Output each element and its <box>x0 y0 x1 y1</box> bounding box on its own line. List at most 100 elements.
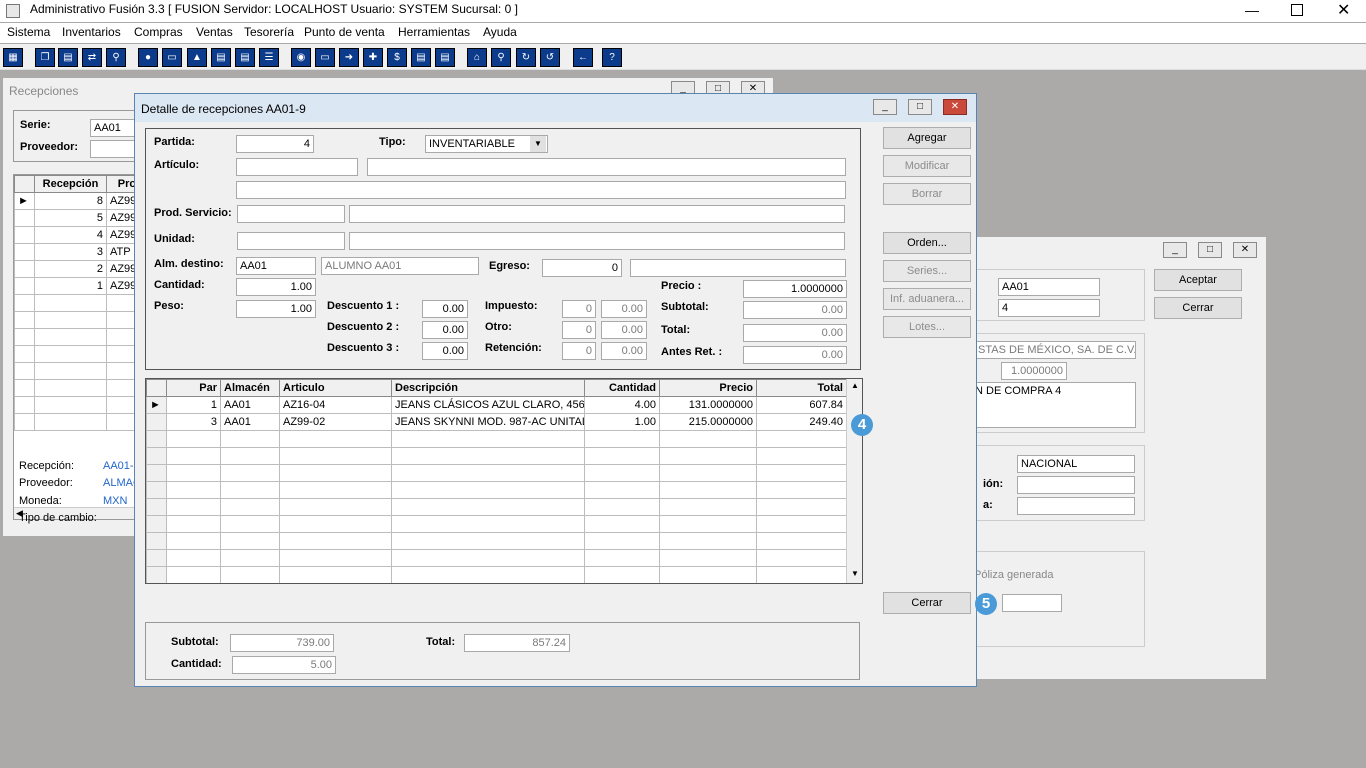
scroll-up-icon[interactable]: ▲ <box>851 381 859 390</box>
borrar-button[interactable]: Borrar <box>883 183 971 205</box>
maximize-icon[interactable]: □ <box>908 99 932 115</box>
col-articulo[interactable]: Articulo <box>279 379 392 397</box>
menu-sistema[interactable]: Sistema <box>7 25 50 39</box>
menu-tesoreria[interactable]: Tesorería <box>244 25 294 39</box>
toolbar-list-icon[interactable]: ☰ <box>259 48 279 67</box>
series-button[interactable]: Series... <box>883 260 971 282</box>
cerrar-button[interactable]: Cerrar <box>1154 297 1242 319</box>
table-row[interactable]: 4 AZ99 <box>14 226 136 244</box>
articulo-code-field[interactable] <box>236 158 358 176</box>
cantidad-field[interactable]: 1.00 <box>236 278 316 296</box>
close-icon[interactable]: ✕ <box>943 99 967 115</box>
toolbar-truck-icon[interactable]: ▲ <box>187 48 207 67</box>
toolbar-export-icon[interactable]: ➜ <box>339 48 359 67</box>
descuento1-field[interactable]: 0.00 <box>422 300 468 318</box>
cerrar-button[interactable]: Cerrar <box>883 592 971 614</box>
toolbar-copy-icon[interactable]: ❐ <box>35 48 55 67</box>
recepciones-title: Recepciones <box>9 84 79 98</box>
agregar-button[interactable]: Agregar <box>883 127 971 149</box>
orden-button[interactable]: Orden... <box>883 232 971 254</box>
minimize-icon[interactable]: _ <box>1163 242 1187 258</box>
unidad-name-field[interactable] <box>349 232 845 250</box>
menu-herramientas[interactable]: Herramientas <box>398 25 470 39</box>
col-cantidad[interactable]: Cantidad <box>584 379 660 397</box>
toolbar-calendar-icon[interactable]: ▦ <box>3 48 23 67</box>
prod-servicio-name-field[interactable] <box>349 205 845 223</box>
modificar-button[interactable]: Modificar <box>883 155 971 177</box>
table-row[interactable]: ► 1 AA01 AZ16-04 JEANS CLÁSICOS AZUL CLA… <box>146 396 847 414</box>
minimize-icon[interactable]: _ <box>873 99 897 115</box>
toolbar-money-icon[interactable]: $ <box>387 48 407 67</box>
toolbar-add-icon[interactable]: ✚ <box>363 48 383 67</box>
peso-field[interactable]: 1.00 <box>236 300 316 318</box>
toolbar-print-icon[interactable]: ▤ <box>211 48 231 67</box>
toolbar-zoom-icon[interactable]: ⚲ <box>491 48 511 67</box>
field-a[interactable] <box>1017 497 1135 515</box>
col-recepcion[interactable]: Recepción <box>34 175 107 193</box>
poliza-field[interactable] <box>1002 594 1062 612</box>
col-total[interactable]: Total <box>756 379 847 397</box>
toolbar-back-icon[interactable]: ← <box>573 48 593 67</box>
toolbar-document-icon[interactable]: ▤ <box>235 48 255 67</box>
toolbar-undo-icon[interactable]: ↺ <box>540 48 560 67</box>
toolbar-report-icon[interactable]: ▤ <box>411 48 431 67</box>
col-par[interactable]: Par <box>166 379 221 397</box>
col-prov[interactable]: Prov <box>106 175 136 193</box>
toolbar-search-icon[interactable]: ⚲ <box>106 48 126 67</box>
articulo-description-field[interactable] <box>236 181 846 199</box>
close-icon[interactable]: ✕ <box>1233 242 1257 258</box>
serie-select[interactable]: AA01 <box>998 278 1100 296</box>
col-precio[interactable]: Precio <box>659 379 757 397</box>
table-row[interactable]: 3 ATP <box>14 243 136 261</box>
articulo-name-field[interactable] <box>367 158 846 176</box>
scroll-down-icon[interactable]: ▼ <box>851 569 859 578</box>
close-icon[interactable]: ✕ <box>1337 0 1350 20</box>
toolbar-sheet-icon[interactable]: ▤ <box>435 48 455 67</box>
menu-punto-de-venta[interactable]: Punto de venta <box>304 25 385 39</box>
toolbar-transfer-icon[interactable]: ⇄ <box>82 48 102 67</box>
prod-servicio-code-field[interactable] <box>237 205 345 223</box>
toolbar-binoculars-icon[interactable]: ◉ <box>291 48 311 67</box>
numero-field[interactable]: 4 <box>998 299 1100 317</box>
precio-field[interactable]: 1.0000000 <box>743 280 847 298</box>
table-row[interactable]: ► 8 AZ99 <box>14 192 136 210</box>
toolbar-clipboard-icon[interactable]: ▤ <box>58 48 78 67</box>
menu-compras[interactable]: Compras <box>134 25 183 39</box>
toolbar-card-icon[interactable]: ▭ <box>315 48 335 67</box>
maximize-icon[interactable] <box>1291 4 1303 16</box>
egreso-field[interactable]: 0 <box>542 259 622 277</box>
menu-ventas[interactable]: Ventas <box>196 25 233 39</box>
partida-field[interactable]: 4 <box>236 135 314 153</box>
detalle-window: Detalle de recepciones AA01-9 _ □ ✕ Part… <box>134 93 977 687</box>
partidas-grid: Par Almacén Articulo Descripción Cantida… <box>145 378 863 584</box>
inf-aduanera-button[interactable]: Inf. aduanera... <box>883 288 971 310</box>
toolbar-refresh-icon[interactable]: ↻ <box>516 48 536 67</box>
alm-destino-field[interactable]: AA01 <box>236 257 316 275</box>
table-row[interactable]: 1 AZ99 <box>14 277 136 295</box>
menu-ayuda[interactable]: Ayuda <box>483 25 517 39</box>
toolbar-help-icon[interactable]: ? <box>602 48 622 67</box>
maximize-icon[interactable]: □ <box>1198 242 1222 258</box>
table-row[interactable]: 5 AZ99 <box>14 209 136 227</box>
observaciones-field[interactable]: N DE COMPRA 4 <box>971 382 1136 428</box>
toolbar-user-icon[interactable]: ● <box>138 48 158 67</box>
menu-inventarios[interactable]: Inventarios <box>62 25 121 39</box>
toolbar-home-icon[interactable]: ⌂ <box>467 48 487 67</box>
table-row[interactable]: 2 AZ99 <box>14 260 136 278</box>
minimize-icon[interactable]: — <box>1245 2 1259 18</box>
field-ion[interactable] <box>1017 476 1135 494</box>
tipo-cambio-field: 1.0000000 <box>1001 362 1067 380</box>
col-descripcion[interactable]: Descripción <box>391 379 585 397</box>
col-almacen[interactable]: Almacén <box>220 379 280 397</box>
tipo-select[interactable]: NACIONAL <box>1017 455 1135 473</box>
egreso-name-field[interactable] <box>630 259 846 277</box>
vertical-scrollbar[interactable]: ▲ ▼ <box>846 379 862 583</box>
descuento3-field[interactable]: 0.00 <box>422 342 468 360</box>
lotes-button[interactable]: Lotes... <box>883 316 971 338</box>
aceptar-button[interactable]: Aceptar <box>1154 269 1242 291</box>
descuento2-field[interactable]: 0.00 <box>422 321 468 339</box>
unidad-code-field[interactable] <box>237 232 345 250</box>
table-row[interactable]: 3 AA01 AZ99-02 JEANS SKYNNI MOD. 987-AC … <box>146 413 847 431</box>
toolbar-folder-icon[interactable]: ▭ <box>162 48 182 67</box>
chevron-down-icon[interactable]: ▼ <box>530 136 546 152</box>
